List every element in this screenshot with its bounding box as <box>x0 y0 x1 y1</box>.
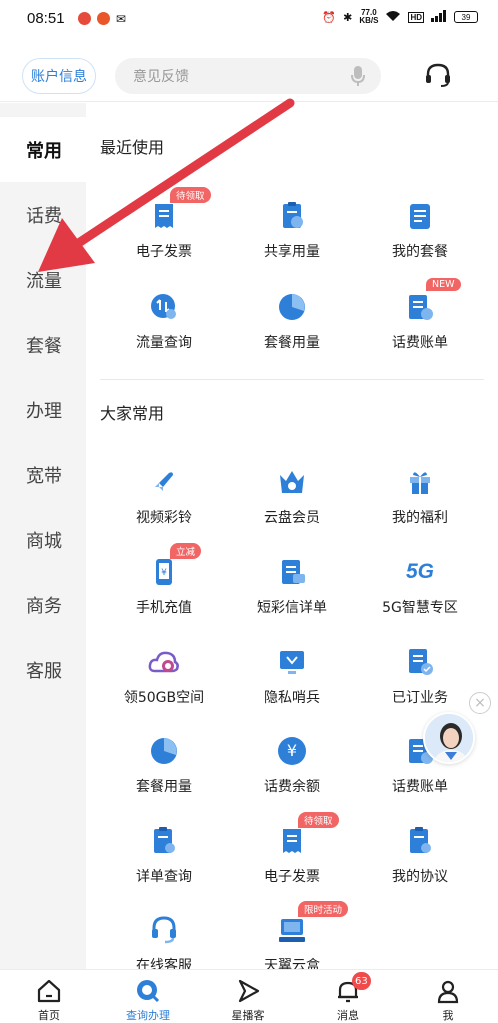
phone-recharge-icon: ¥ <box>156 559 172 585</box>
grid-item-package-usage[interactable]: 套餐用量 <box>228 290 356 370</box>
detail-query-icon <box>154 827 175 853</box>
invoice-icon <box>283 829 301 853</box>
cloud-box-icon <box>279 919 305 942</box>
headset-icon <box>152 916 176 944</box>
sidebar-item-mall[interactable]: 商城 <box>0 507 86 572</box>
agreement-icon <box>410 827 431 853</box>
grid-item-my-package[interactable]: 我的套餐 <box>356 199 484 279</box>
category-sidebar: 常用 话费 流量 套餐 办理 宽带 商城 商务 客服 <box>0 103 86 969</box>
signal-icon <box>431 9 447 25</box>
tab-star-podcast[interactable]: 星播客 <box>208 970 288 1022</box>
floating-assistant-avatar[interactable] <box>423 712 475 764</box>
gift-icon <box>410 472 430 494</box>
share-clipboard-icon <box>283 202 303 228</box>
top-bar: 账户信息 意见反馈 <box>0 38 498 102</box>
grid-item-package-usage-2[interactable]: 套餐用量 <box>100 734 228 814</box>
sidebar-item-package[interactable]: 套餐 <box>0 312 86 377</box>
privacy-monitor-icon <box>280 651 304 674</box>
home-icon <box>37 979 61 1003</box>
alarm-icon: ⏰ <box>322 11 337 24</box>
subscribed-icon <box>409 649 433 675</box>
grid-item-privacy-sentinel[interactable]: 隐私哨兵 <box>228 645 356 725</box>
grid-item-50gb-space[interactable]: 领50GB空间 <box>100 645 228 725</box>
account-info-button[interactable]: 账户信息 <box>22 58 96 94</box>
status-bar: 08:51 ✉ ⏰ ✱ 77.0 KB/S HD 39 <box>0 0 498 38</box>
microphone-icon[interactable] <box>351 66 365 90</box>
search-placeholder: 意见反馈 <box>133 69 189 85</box>
search-input[interactable]: 意见反馈 <box>115 58 381 94</box>
grid-item-e-invoice[interactable]: 待领取 电子发票 <box>100 187 228 279</box>
crown-cloud-icon <box>280 471 304 493</box>
svg-text:¥: ¥ <box>161 568 167 578</box>
sidebar-item-common[interactable]: 常用 <box>0 117 86 182</box>
wifi-icon <box>385 10 401 25</box>
common-section-title: 大家常用 <box>100 404 165 423</box>
bluetooth-icon: ✱ <box>343 11 353 24</box>
play-icon <box>238 979 260 1003</box>
5g-icon: 5G <box>405 560 434 583</box>
tab-home[interactable]: 首页 <box>9 970 89 1022</box>
data-query-icon <box>151 294 176 319</box>
grid-item-my-welfare[interactable]: 我的福利 <box>356 465 484 545</box>
pie-chart-icon <box>151 738 177 764</box>
sms-detail-icon <box>282 560 305 584</box>
grid-item-5g-zone[interactable]: 5G 5G智慧专区 <box>356 555 484 635</box>
sidebar-item-business[interactable]: 商务 <box>0 572 86 637</box>
grid-item-data-query[interactable]: 流量查询 <box>100 290 228 370</box>
status-badge: 立减 <box>170 543 202 559</box>
network-speed-unit: KB/S <box>359 16 379 25</box>
package-list-icon <box>410 204 430 229</box>
status-badge: NEW <box>426 278 461 291</box>
invoice-icon <box>155 204 173 228</box>
section-divider <box>100 379 484 380</box>
grid-item-e-invoice-2[interactable]: 待领取 电子发票 <box>228 812 356 904</box>
customer-service-headset-icon[interactable] <box>424 62 452 92</box>
recent-section-title: 最近使用 <box>100 138 165 157</box>
person-icon <box>437 980 459 1004</box>
grid-item-video-ringtone[interactable]: 视频彩铃 <box>100 465 228 545</box>
grid-item-balance[interactable]: ¥ 话费余额 <box>228 734 356 814</box>
grid-item-cloud-member[interactable]: 云盘会员 <box>228 465 356 545</box>
grid-item-phone-bill[interactable]: NEW 话费账单 <box>356 278 484 370</box>
hd-icon: HD <box>408 11 424 23</box>
close-icon[interactable]: × <box>469 692 491 714</box>
grid-item-phone-recharge[interactable]: ¥ 立减 手机充值 <box>100 543 228 635</box>
sidebar-item-broadband[interactable]: 宽带 <box>0 442 86 507</box>
sidebar-item-handle[interactable]: 办理 <box>0 377 86 442</box>
grid-item-subscribed[interactable]: 已订业务 <box>356 645 484 725</box>
message-count-badge: 63 <box>352 972 371 990</box>
battery-icon: 39 <box>454 11 478 23</box>
grid-item-my-agreement[interactable]: 我的协议 <box>356 824 484 904</box>
bottom-tab-bar: 首页 查询办理 星播客 63 消息 我 <box>0 969 498 1022</box>
grid-item-shared-usage[interactable]: 共享用量 <box>228 199 356 279</box>
grid-item-detail-query[interactable]: 详单查询 <box>100 824 228 904</box>
sidebar-item-service[interactable]: 客服 <box>0 637 86 702</box>
app-notification-icon <box>78 12 91 25</box>
status-badge: 待领取 <box>298 812 339 828</box>
app-notification-icon <box>97 12 110 25</box>
yuan-balance-icon: ¥ <box>278 737 306 765</box>
bill-icon <box>409 295 433 320</box>
wechat-icon: ✉ <box>116 12 127 26</box>
pie-chart-icon <box>279 294 305 320</box>
tab-me[interactable]: 我 <box>408 970 488 1022</box>
status-time: 08:51 <box>27 10 65 27</box>
status-badge: 待领取 <box>170 187 211 203</box>
sidebar-item-data[interactable]: 流量 <box>0 247 86 312</box>
status-badge: 限时活动 <box>298 901 349 917</box>
tab-messages[interactable]: 63 消息 <box>308 970 388 1022</box>
tab-query[interactable]: 查询办理 <box>108 970 188 1022</box>
rocket-icon <box>155 472 173 491</box>
query-icon <box>137 980 160 1003</box>
cloud-storage-icon <box>148 651 179 673</box>
grid-item-sms-detail[interactable]: 短彩信详单 <box>228 555 356 635</box>
sidebar-item-phone-fee[interactable]: 话费 <box>0 182 86 247</box>
